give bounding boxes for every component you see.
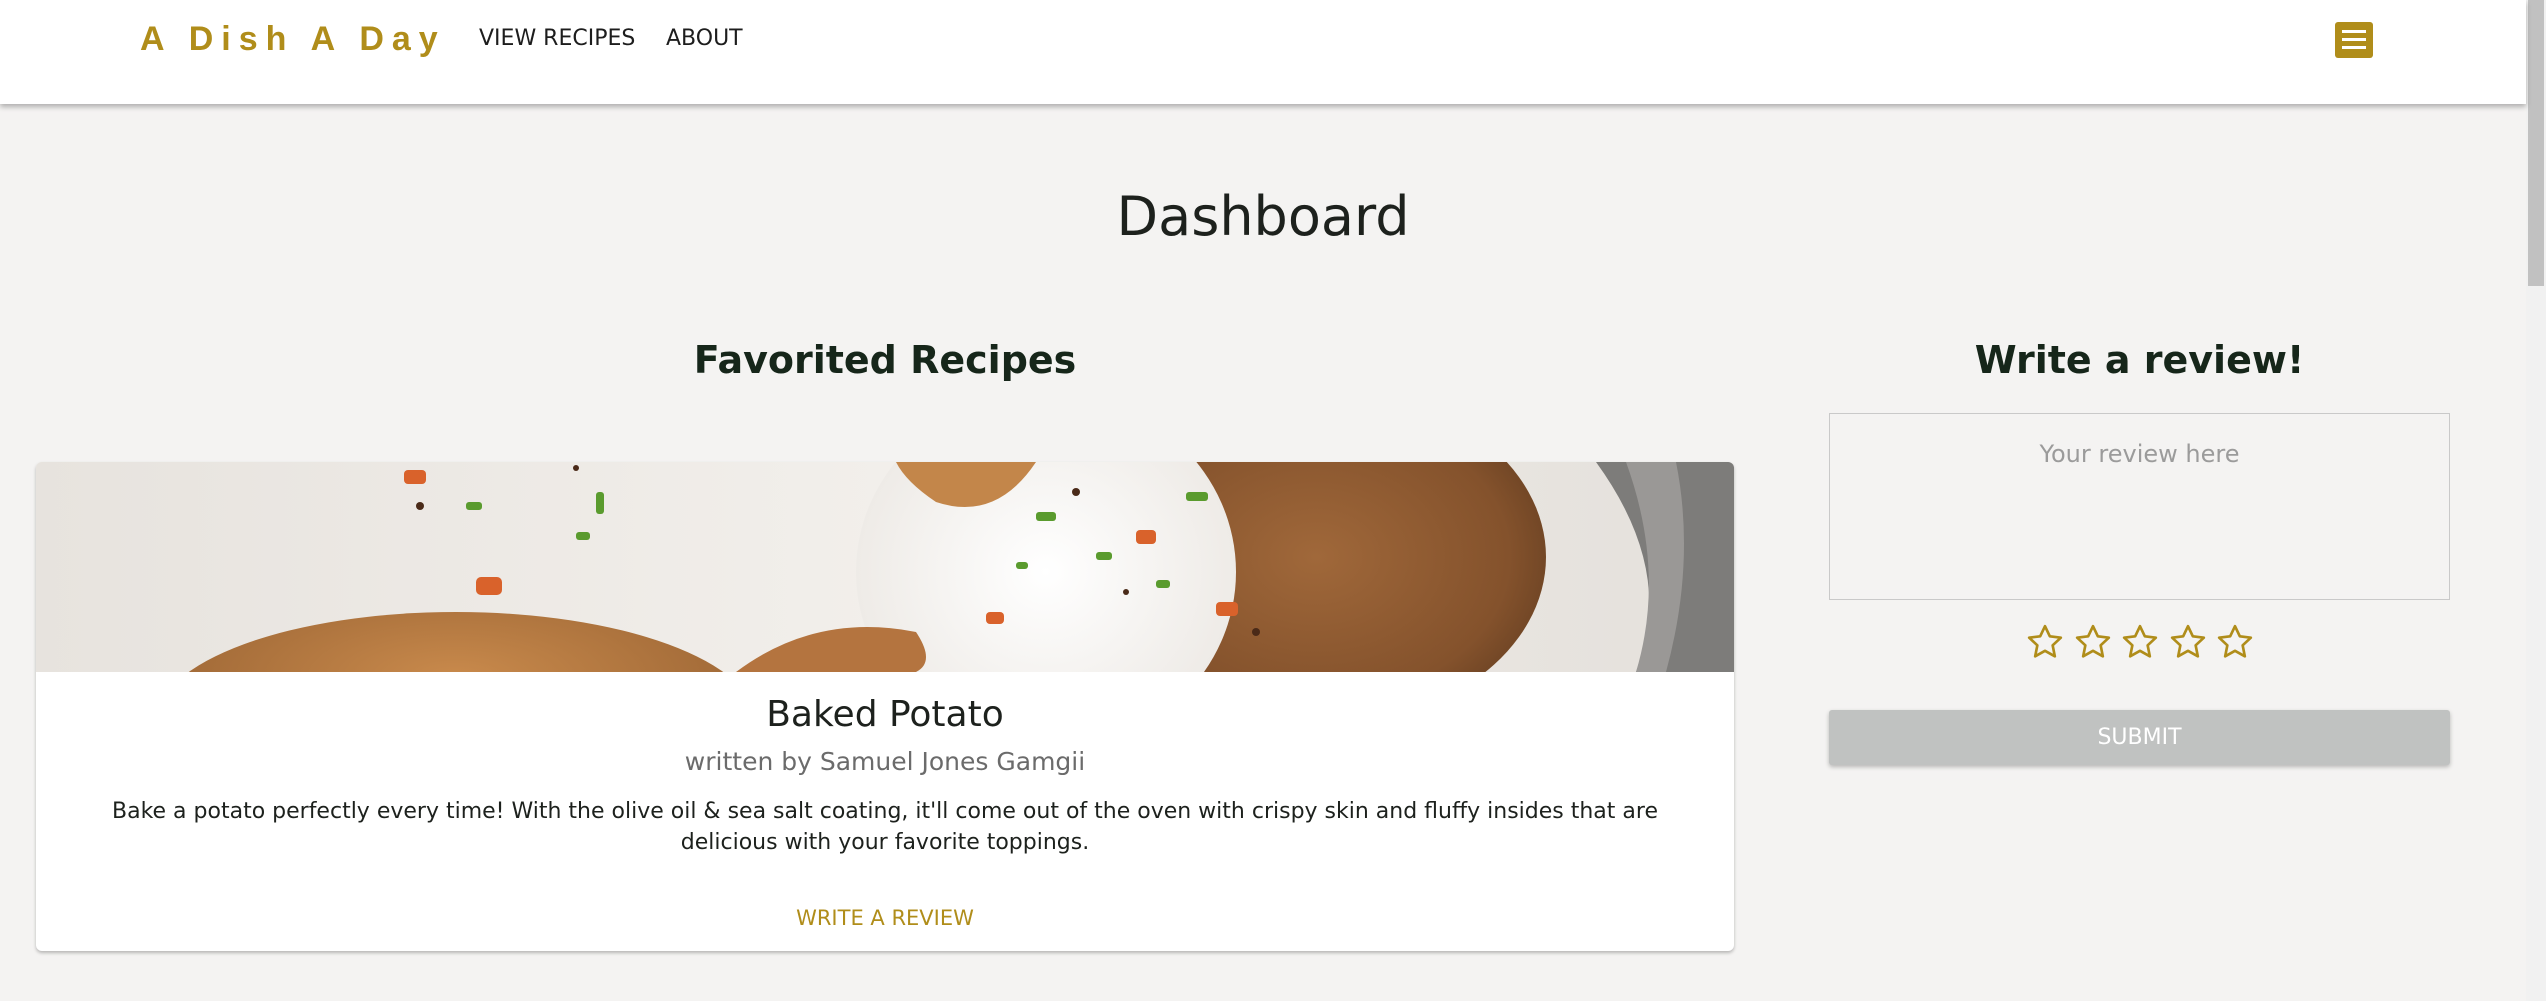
recipe-image [36,462,1734,672]
star-outline-icon[interactable] [2073,622,2113,662]
recipe-title: Baked Potato [766,694,1004,735]
star-outline-icon[interactable] [2168,622,2208,662]
star-outline-icon[interactable] [2025,622,2065,662]
nav-link-about[interactable]: ABOUT [666,26,743,51]
star-outline-icon[interactable] [2120,622,2160,662]
hamburger-menu-icon[interactable] [2335,22,2373,58]
navbar: A Dish A Day VIEW RECIPES ABOUT [0,0,2526,104]
page-title: Dashboard [1116,185,1410,248]
favorites-heading: Favorited Recipes [693,338,1077,382]
scrollbar-thumb[interactable] [2528,0,2544,286]
recipe-card: Baked Potato written by Samuel Jones Gam… [36,462,1734,951]
star-rating [2025,622,2255,668]
recipe-description: Bake a potato perfectly every time! With… [112,799,1658,855]
brand-logo[interactable]: A Dish A Day [140,20,446,59]
submit-button[interactable]: SUBMIT [1829,710,2450,765]
nav-link-view-recipes[interactable]: VIEW RECIPES [479,26,635,51]
recipe-author: written by Samuel Jones Gamgii [684,747,1086,776]
review-heading: Write a review! [1974,338,2305,382]
star-outline-icon[interactable] [2215,622,2255,662]
review-textarea-wrapper [1829,413,2450,600]
write-review-link[interactable]: WRITE A REVIEW [36,906,1734,930]
review-input[interactable] [1830,414,2449,599]
page-scrollbar[interactable] [2526,0,2546,1001]
